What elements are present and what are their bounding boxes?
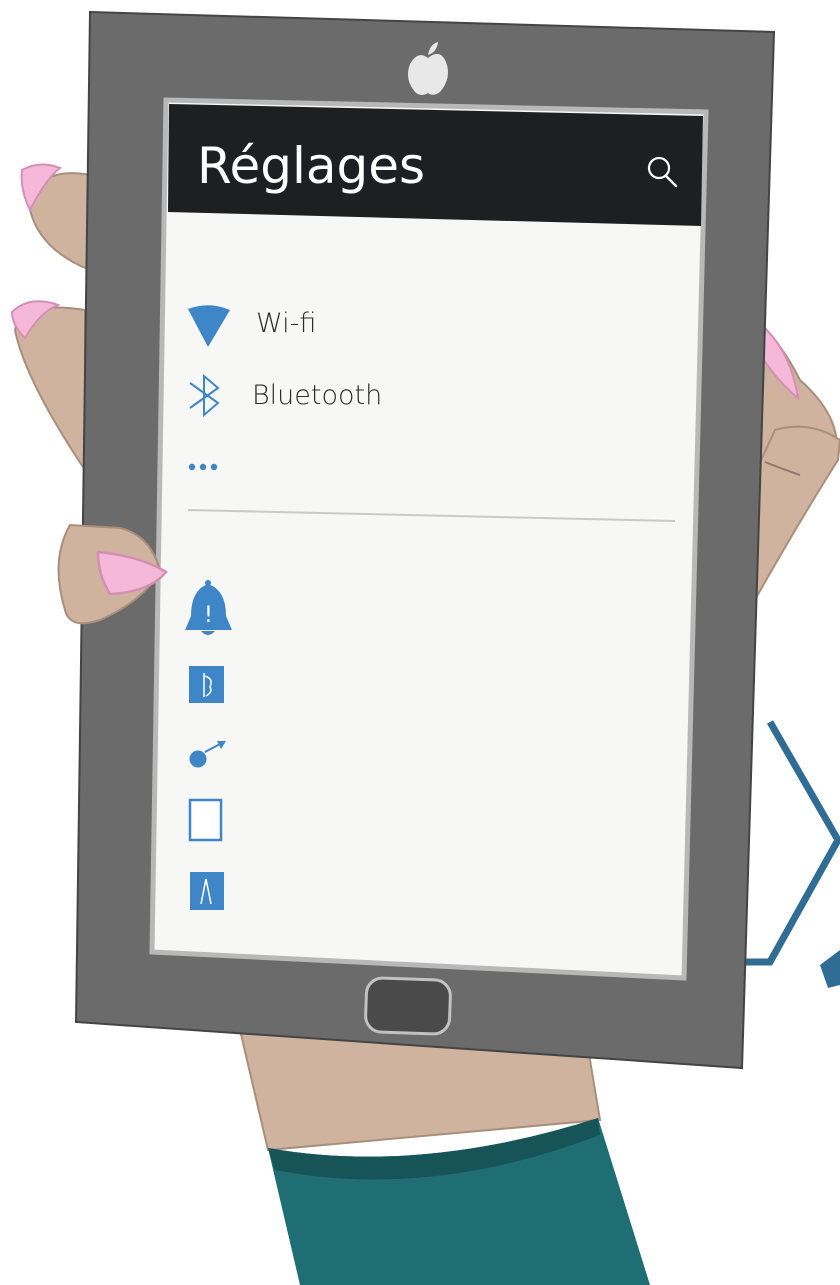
arm (238, 1029, 650, 1285)
wifi-label: Wi-fi (256, 308, 316, 339)
display-icon (188, 798, 223, 842)
font-icon (190, 872, 224, 910)
notification-glyph: ! (204, 603, 213, 628)
home-button[interactable] (364, 976, 452, 1036)
tablet-illustration: Réglages Wi-fi Bluetooth ! (10, 10, 840, 1285)
more-dots-icon (188, 463, 218, 471)
header-bar: Réglages (168, 104, 703, 226)
menu-item-sounds[interactable] (189, 666, 224, 703)
page-title: Réglages (197, 137, 425, 195)
left-hand (10, 163, 91, 474)
sound-icon (189, 666, 224, 703)
screen (149, 97, 709, 981)
bluetooth-label: Bluetooth (252, 380, 382, 411)
menu-item-fonts[interactable] (190, 872, 224, 910)
menu-item-display[interactable] (188, 798, 223, 842)
menu-item-more[interactable] (188, 463, 218, 471)
